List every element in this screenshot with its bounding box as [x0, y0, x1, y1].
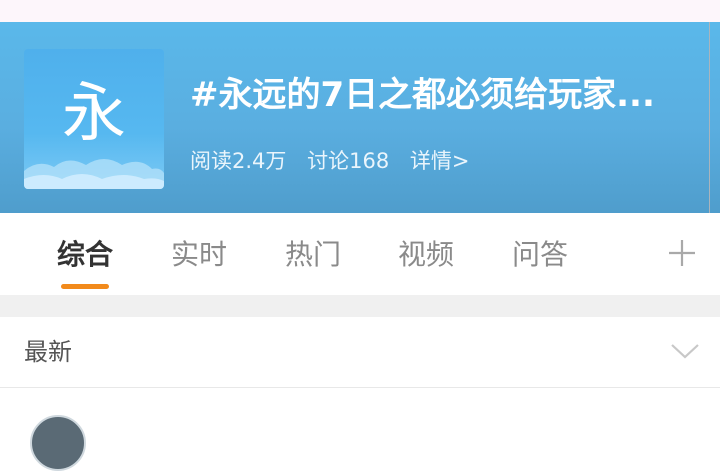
- topic-avatar-char: 永: [62, 77, 126, 151]
- tab-realtime[interactable]: 实时: [171, 235, 227, 275]
- topic-avatar[interactable]: 永: [24, 49, 164, 189]
- topic-title: #永远的7日之都必须给玩家...: [190, 75, 655, 115]
- tab-qa[interactable]: 问答: [512, 235, 568, 275]
- tab-comprehensive[interactable]: 综合: [57, 235, 113, 275]
- read-count: 阅读2.4万: [190, 149, 287, 173]
- section-header[interactable]: 最新: [0, 317, 720, 388]
- topic-meta: 阅读2.4万 讨论168 详情>: [190, 146, 483, 176]
- plus-icon[interactable]: [666, 237, 698, 269]
- tab-hot[interactable]: 热门: [285, 235, 341, 275]
- section-divider: [0, 295, 720, 317]
- details-link[interactable]: 详情>: [410, 149, 470, 173]
- discussion-count: 讨论168: [307, 149, 390, 173]
- scroll-edge: [709, 22, 720, 305]
- active-tab-indicator: [61, 284, 109, 289]
- cloud-icon: [24, 159, 164, 189]
- avatar[interactable]: [30, 415, 86, 471]
- status-strip: [0, 0, 720, 22]
- tab-video[interactable]: 视频: [398, 235, 454, 275]
- tab-bar: 综合 实时 热门 视频 问答: [0, 213, 710, 295]
- section-title: 最新: [24, 338, 72, 366]
- chevron-down-icon[interactable]: [670, 342, 700, 360]
